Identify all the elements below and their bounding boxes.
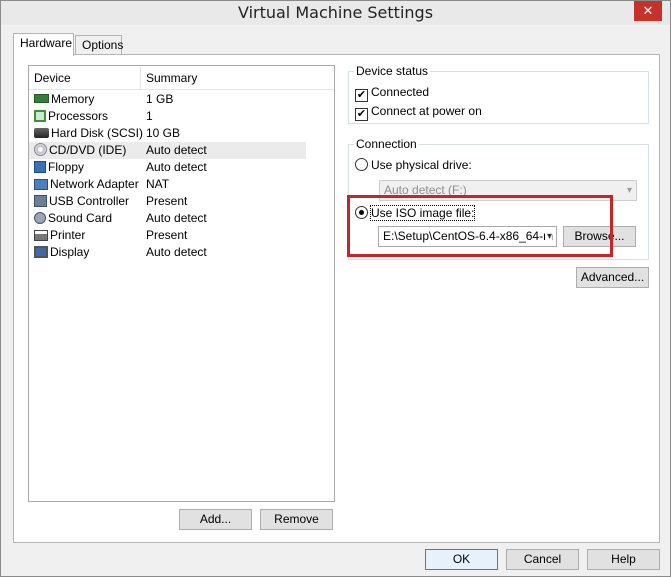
device-row-sound-card[interactable]: Sound Card Auto detect: [29, 210, 334, 227]
use-physical-drive-radio-row[interactable]: Use physical drive:: [355, 157, 472, 173]
virtual-machine-settings-window: Virtual Machine Settings ✕ Hardware Opti…: [0, 0, 671, 577]
device-name: Hard Disk (SCSI): [51, 126, 144, 140]
device-summary: Auto detect: [146, 143, 207, 157]
connected-label[interactable]: Connected: [371, 85, 429, 99]
tab-hardware[interactable]: Hardware: [13, 33, 74, 56]
device-rows: Memory 1 GB Processors 1 Hard Disk (SCSI…: [29, 91, 334, 261]
device-row-network-adapter[interactable]: Network Adapter NAT: [29, 176, 334, 193]
device-row-display[interactable]: Display Auto detect: [29, 244, 334, 261]
connected-checkbox[interactable]: ✔: [355, 89, 368, 102]
printer-icon: [34, 230, 48, 241]
hardware-panel: Device Summary Memory 1 GB Processors 1 …: [13, 54, 660, 543]
use-physical-drive-label[interactable]: Use physical drive:: [371, 158, 472, 172]
device-row-usb-controller[interactable]: USB Controller Present: [29, 193, 334, 210]
ok-button[interactable]: OK: [425, 549, 498, 570]
device-list-header: Device Summary: [29, 66, 334, 90]
network-adapter-icon: [34, 179, 48, 190]
device-name: Memory: [51, 92, 95, 106]
device-name: USB Controller: [49, 194, 130, 208]
cd-dvd-icon: [34, 143, 47, 156]
device-row-processors[interactable]: Processors 1: [29, 108, 334, 125]
device-summary: Present: [146, 228, 188, 242]
remove-button[interactable]: Remove: [260, 509, 333, 530]
title-bar: Virtual Machine Settings ✕: [1, 1, 670, 25]
device-row-memory[interactable]: Memory 1 GB: [29, 91, 334, 108]
device-row-cd-dvd[interactable]: CD/DVD (IDE) Auto detect: [29, 142, 306, 159]
usb-icon: [34, 195, 47, 207]
processor-icon: [34, 110, 46, 122]
device-status-title: Device status: [354, 64, 431, 78]
device-summary: 10 GB: [146, 126, 181, 140]
advanced-button[interactable]: Advanced...: [576, 267, 649, 288]
connect-at-power-on-checkbox-row[interactable]: ✔ Connect at power on: [355, 103, 482, 121]
chevron-down-icon: ▾: [626, 185, 632, 196]
connection-title: Connection: [354, 137, 419, 151]
connect-at-power-on-label[interactable]: Connect at power on: [371, 104, 482, 118]
device-name: Display: [50, 245, 90, 259]
device-row-floppy[interactable]: Floppy Auto detect: [29, 159, 334, 176]
device-summary: Auto detect: [146, 211, 207, 225]
connected-checkbox-row[interactable]: ✔ Connected: [355, 84, 429, 102]
connect-at-power-on-checkbox[interactable]: ✔: [355, 108, 368, 121]
summary-column-header[interactable]: Summary: [141, 66, 334, 90]
device-name: Floppy: [48, 160, 85, 174]
device-row-hard-disk[interactable]: Hard Disk (SCSI) 10 GB: [29, 125, 334, 142]
device-column-header[interactable]: Device: [29, 66, 141, 90]
device-name: Printer: [50, 228, 86, 242]
display-icon: [34, 246, 48, 258]
close-button[interactable]: ✕: [634, 1, 662, 21]
device-name: Processors: [48, 109, 109, 123]
device-list: Device Summary Memory 1 GB Processors 1 …: [28, 65, 335, 502]
cancel-button[interactable]: Cancel: [506, 549, 579, 570]
device-summary: Auto detect: [146, 245, 207, 259]
help-button[interactable]: Help: [587, 549, 660, 570]
window-title: Virtual Machine Settings: [237, 3, 434, 22]
device-summary: 1: [146, 109, 153, 123]
device-summary: Auto detect: [146, 160, 207, 174]
device-summary: 1 GB: [146, 92, 174, 106]
device-status-group: Device status ✔ Connected ✔ Connect at pow…: [348, 64, 649, 124]
hard-disk-icon: [34, 128, 49, 138]
tab-options[interactable]: Options: [75, 35, 123, 55]
use-physical-drive-radio[interactable]: [355, 158, 368, 171]
device-name: Sound Card: [48, 211, 113, 225]
device-summary: NAT: [146, 177, 170, 191]
floppy-icon: [34, 161, 46, 173]
device-row-printer[interactable]: Printer Present: [29, 227, 334, 244]
device-name: Network Adapter: [50, 177, 139, 191]
add-button[interactable]: Add...: [179, 509, 252, 530]
red-highlight-box: [347, 195, 613, 257]
device-summary: Present: [146, 194, 188, 208]
sound-card-icon: [34, 212, 46, 224]
close-icon[interactable]: ✕: [643, 3, 654, 18]
device-name: CD/DVD (IDE): [49, 143, 127, 157]
memory-icon: [34, 94, 49, 103]
